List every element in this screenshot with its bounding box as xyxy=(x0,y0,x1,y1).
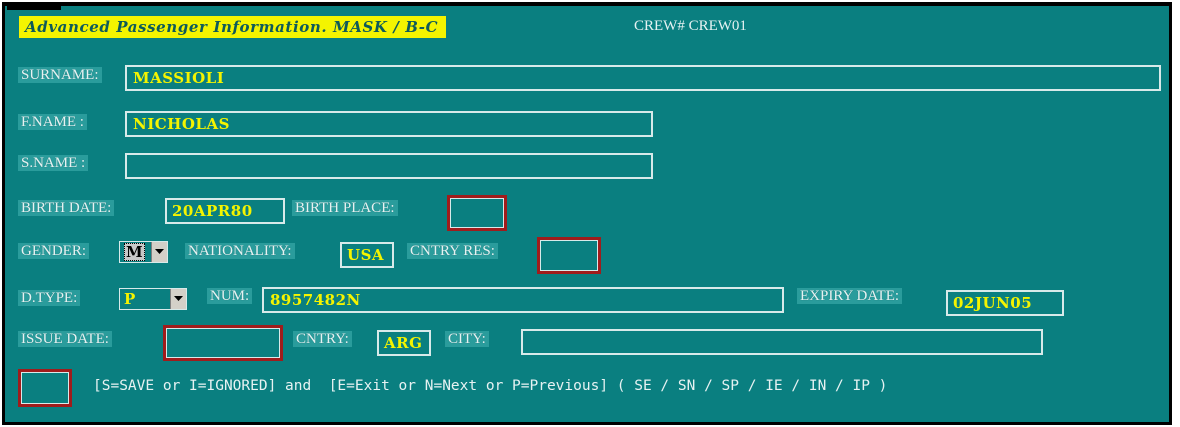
country-res-label: CNTRY RES: xyxy=(407,240,498,262)
command-input[interactable] xyxy=(18,369,72,407)
first-name-label: F.NAME : xyxy=(18,111,87,133)
second-name-field[interactable] xyxy=(125,153,653,179)
nationality-field[interactable]: USA xyxy=(340,242,394,268)
gender-value: M xyxy=(124,243,145,261)
city-field[interactable] xyxy=(521,329,1043,355)
doc-type-label: D.TYPE: xyxy=(18,287,81,309)
top-tab-marker xyxy=(7,6,61,10)
nationality-label: NATIONALITY: xyxy=(185,240,295,262)
crew-id-label: CREW# CREW01 xyxy=(634,18,747,34)
issue-date-label: ISSUE DATE: xyxy=(18,328,112,350)
terminal-screen: Advanced Passenger Information. MASK / B… xyxy=(2,2,1172,425)
expiry-date-label: EXPIRY DATE: xyxy=(797,285,903,307)
number-field[interactable]: 8957482N xyxy=(262,287,784,313)
country-res-field[interactable] xyxy=(537,237,601,274)
gender-select[interactable]: M xyxy=(119,241,168,263)
country-label: CNTRY: xyxy=(293,328,352,350)
doc-type-select[interactable]: P xyxy=(119,288,187,310)
second-name-label: S.NAME : xyxy=(18,152,89,174)
birth-place-label: BIRTH PLACE: xyxy=(292,197,398,219)
screen-title: Advanced Passenger Information. MASK / B… xyxy=(19,16,447,38)
number-label: NUM: xyxy=(207,285,253,307)
first-name-field[interactable]: NICHOLAS xyxy=(125,111,653,137)
command-instructions: [S=SAVE or I=IGNORED] and [E=Exit or N=N… xyxy=(93,378,888,394)
birth-place-field[interactable] xyxy=(447,195,507,231)
birth-date-field[interactable]: 20APR80 xyxy=(165,198,285,224)
expiry-date-field[interactable]: 02JUN05 xyxy=(946,290,1064,316)
surname-label: SURNAME: xyxy=(18,64,102,86)
chevron-down-icon[interactable] xyxy=(170,289,186,309)
chevron-down-icon[interactable] xyxy=(151,242,167,262)
birth-date-label: BIRTH DATE: xyxy=(18,197,115,219)
country-field[interactable]: ARG xyxy=(377,330,431,356)
city-label: CITY: xyxy=(445,328,489,350)
surname-field[interactable]: MASSIOLI xyxy=(125,65,1161,91)
issue-date-field[interactable] xyxy=(163,325,283,361)
doc-type-value: P xyxy=(124,290,136,308)
gender-label: GENDER: xyxy=(18,240,89,262)
